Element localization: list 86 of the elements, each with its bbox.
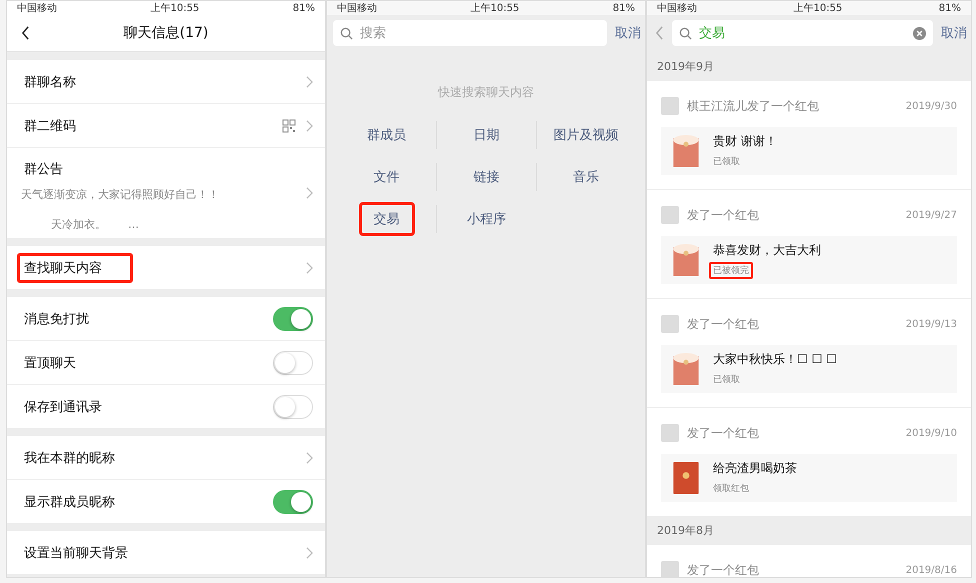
- sender-text: 发了一个红包: [687, 206, 760, 224]
- time-text: 上午10:55: [150, 2, 200, 15]
- row-label: 群聊名称: [23, 74, 77, 92]
- row-label: 群二维码: [23, 118, 77, 136]
- category-link[interactable]: 图片及视频: [542, 119, 630, 151]
- sender-text: 发了一个红包: [687, 316, 760, 332]
- category-link[interactable]: 音乐: [562, 161, 610, 193]
- date-text: 2019/9/30: [906, 100, 957, 112]
- row-label: 设置当前聊天背景: [23, 544, 129, 562]
- gift-card[interactable]: 贵财 谢谢！ 已领取: [661, 127, 957, 175]
- settings-row[interactable]: 我在本群的昵称: [7, 436, 325, 479]
- settings-row[interactable]: 显示群成员昵称: [7, 479, 325, 523]
- qr-code-icon: [282, 118, 296, 132]
- category-link[interactable]: 文件: [362, 161, 411, 193]
- search-icon: [340, 26, 353, 40]
- battery-text: 81%: [938, 2, 961, 14]
- status-text: 已领取: [712, 156, 741, 168]
- category-link[interactable]: 群成员: [356, 119, 418, 151]
- message-text: 大家中秋快乐！☐ ☐ ☐: [713, 350, 837, 368]
- chevron-icon: [306, 120, 313, 132]
- toggle-switch[interactable]: [273, 490, 313, 514]
- sender-text: 棋王江流儿发了一个红包: [687, 98, 820, 114]
- settings-row[interactable]: 查找聊天内容: [7, 246, 325, 289]
- status-text: 领取红包: [712, 482, 750, 496]
- clear-icon[interactable]: [913, 26, 926, 40]
- row-label: 保存到通讯录: [23, 398, 103, 416]
- settings-row[interactable]: 消息免打扰: [7, 297, 325, 340]
- gift-card[interactable]: 恭喜发财，大吉大利 已被领完: [661, 236, 957, 284]
- category-link[interactable]: 日期: [462, 119, 510, 151]
- settings-row[interactable]: 群公告 天气逐渐变凉，大家记得照顾好自己！！ 天冷加衣。 …: [7, 147, 325, 238]
- carrier-text: 中国移动: [657, 2, 697, 15]
- avatar: [661, 97, 679, 115]
- category-link[interactable]: 小程序: [456, 203, 517, 235]
- message-text: 给亮渣男喝奶茶: [713, 460, 797, 476]
- row-label: 置顶聊天: [23, 354, 77, 372]
- row-label: 显示群成员昵称: [23, 494, 116, 512]
- avatar: [661, 315, 679, 333]
- category-link[interactable]: 链接: [462, 161, 510, 193]
- date-text: 2019/8/16: [906, 564, 957, 576]
- date-text: 2019/9/10: [906, 428, 957, 438]
- status-text: 已领取: [712, 374, 741, 386]
- search-icon: [679, 26, 692, 40]
- chevron-icon: [306, 452, 313, 464]
- time-text: 上午10:55: [470, 2, 520, 15]
- carrier-text: 中国移动: [337, 2, 377, 15]
- row-label: 群公告: [23, 161, 64, 179]
- message-text: 贵财 谢谢！: [713, 132, 777, 150]
- sender-text: 发了一个红包: [687, 424, 760, 442]
- cancel-button[interactable]: 取消: [941, 24, 967, 42]
- avatar: [661, 206, 679, 224]
- time-text: 上午10:55: [793, 2, 842, 15]
- month-header: 2019年9月: [656, 59, 715, 75]
- notice-text: 天气逐渐变凉，大家记得照顾好自己！！: [21, 187, 220, 202]
- cancel-button[interactable]: 取消: [615, 24, 641, 42]
- settings-row[interactable]: 设置当前聊天背景: [7, 531, 325, 574]
- message-text: 恭喜发财，大吉大利: [713, 242, 821, 258]
- date-text: 2019/9/27: [906, 210, 957, 220]
- chevron-icon: [306, 546, 313, 558]
- row-label: 消息免打扰: [23, 310, 90, 328]
- date-text: 2019/9/13: [906, 318, 957, 330]
- battery-text: 81%: [292, 2, 315, 14]
- hint-text: 快速搜索聊天内容: [436, 84, 535, 101]
- search-input-text[interactable]: 搜索: [358, 24, 600, 42]
- settings-row[interactable]: 保存到通讯录: [7, 384, 325, 428]
- search-field[interactable]: 搜索: [333, 20, 607, 46]
- gift-card[interactable]: 给亮渣男喝奶茶 领取红包: [661, 454, 957, 502]
- gift-card[interactable]: 大家中秋快乐！☐ ☐ ☐ 已领取: [661, 345, 957, 393]
- month-header: 2019年8月: [656, 523, 715, 539]
- chevron-icon: [306, 187, 313, 199]
- chevron-icon: [306, 262, 313, 274]
- toggle-switch[interactable]: [273, 306, 313, 330]
- row-label: 我在本群的昵称: [23, 450, 116, 468]
- battery-text: 81%: [612, 2, 635, 14]
- back-icon[interactable]: [21, 26, 30, 40]
- notice-text: 天冷加衣。 …: [50, 217, 140, 232]
- carrier-text: 中国移动: [17, 2, 57, 15]
- settings-row[interactable]: 群聊名称: [7, 60, 325, 103]
- sender-text: 发了一个红包: [687, 562, 760, 577]
- row-label: 查找聊天内容: [17, 252, 133, 282]
- chevron-icon: [306, 76, 313, 88]
- status-text: 已被领完: [709, 262, 753, 278]
- settings-row[interactable]: 群二维码: [7, 103, 325, 147]
- category-link[interactable]: 交易: [358, 202, 415, 236]
- nav-title: 聊天信息(17): [124, 24, 208, 42]
- avatar: [661, 424, 679, 442]
- settings-row[interactable]: 置顶聊天: [7, 340, 325, 384]
